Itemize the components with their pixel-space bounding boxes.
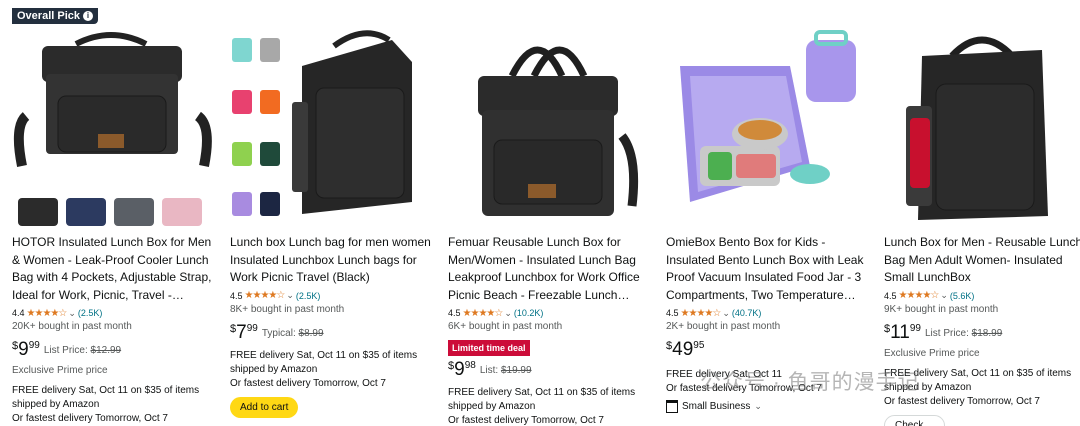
delivery-info: FREE delivery Sat, Oct 11 on $35 of item… <box>884 367 1072 393</box>
rating-value: 4.5 <box>884 290 897 301</box>
badge-label: Overall Pick <box>17 10 80 22</box>
review-count[interactable]: (10.2K) <box>514 308 544 318</box>
bought-count: 9K+ bought in past month <box>884 303 999 315</box>
chevron-down-icon[interactable]: ⌄ <box>68 308 76 319</box>
list-price: List: $19.99 <box>479 365 532 376</box>
product-card-3[interactable]: Femuar Reusable Lunch Box for Men/Women … <box>442 0 654 426</box>
list-price: List Price: $12.99 <box>43 345 122 356</box>
lunch-bag-with-can-image <box>878 6 1080 228</box>
delivery-info: FREE delivery Sat, Oct 11 on $35 of item… <box>12 385 200 410</box>
rating-row[interactable]: 4.5 ★★★★☆ ⌄ (5.6K) <box>884 289 1080 303</box>
delivery-info: FREE delivery Sat, Oct 11 <box>666 369 782 380</box>
price[interactable]: $ 49 95 <box>666 340 704 360</box>
price[interactable]: $ 7 99 <box>230 322 258 343</box>
fastest-delivery: Or fastest delivery Tomorrow, Oct 7 <box>666 383 822 394</box>
price[interactable]: $ 9 98 <box>448 360 476 380</box>
stars-icon: ★★★★☆ <box>244 290 286 301</box>
fastest-delivery: Or fastest delivery Tomorrow, Oct 7 <box>448 415 604 426</box>
bought-count: 8K+ bought in past month <box>230 303 345 315</box>
review-count[interactable]: (5.6K) <box>950 291 975 301</box>
rating-row[interactable]: 4.5 ★★★★☆ ⌄ (2.5K) <box>230 289 434 303</box>
fastest-delivery: Or fastest delivery Tomorrow, Oct 7 <box>12 413 168 424</box>
product-title[interactable]: Lunch box Lunch bag for men women Insula… <box>230 234 434 287</box>
chevron-down-icon[interactable]: ⌄ <box>722 308 730 319</box>
delivery-info: FREE delivery Sat, Oct 11 on $35 of item… <box>230 349 418 375</box>
product-grid: Overall Pick i HOTOR Insulated Lunch Box… <box>0 0 1080 426</box>
chevron-down-icon[interactable]: ⌄ <box>504 308 512 319</box>
product-title[interactable]: HOTOR Insulated Lunch Box for Men & Wome… <box>12 234 216 304</box>
rating-row[interactable]: 4.5 ★★★★☆ ⌄ (40.7K) <box>666 306 870 320</box>
add-to-cart-button[interactable]: Add to cart <box>230 396 299 418</box>
review-count[interactable]: (2.5K) <box>296 291 321 301</box>
femuar-lunch-bag-image <box>442 6 654 228</box>
chevron-down-icon: ⌄ <box>754 401 762 411</box>
rating-value: 4.4 <box>12 308 25 318</box>
rating-row[interactable]: 4.5 ★★★★☆ ⌄ (10.2K) <box>448 306 652 320</box>
rating-value: 4.5 <box>448 308 461 318</box>
bought-count: 2K+ bought in past month <box>666 321 781 332</box>
product-image-5[interactable] <box>878 6 1080 228</box>
stars-icon: ★★★★☆ <box>26 307 68 319</box>
price[interactable]: $ 9 99 <box>12 340 40 360</box>
info-icon[interactable]: i <box>83 11 93 21</box>
omiebox-bento-image <box>660 6 872 228</box>
product-card-1[interactable]: Overall Pick i HOTOR Insulated Lunch Box… <box>6 0 218 426</box>
product-card-4[interactable]: OmieBox Bento Box for Kids - Insulated B… <box>660 0 872 426</box>
store-icon <box>666 400 678 413</box>
prime-price-note: Exclusive Prime price <box>884 347 980 359</box>
product-title[interactable]: Femuar Reusable Lunch Box for Men/Women … <box>448 234 652 304</box>
product-image-1[interactable] <box>6 6 218 228</box>
black-lunch-bag-image <box>224 6 436 228</box>
rating-row[interactable]: 4.4 ★★★★☆ ⌄ (2.5K) <box>12 306 216 320</box>
delivery-info: FREE delivery Sat, Oct 11 on $35 of item… <box>448 387 636 412</box>
product-title[interactable]: OmieBox Bento Box for Kids - Insulated B… <box>666 234 870 304</box>
limited-time-deal-badge: Limited time deal <box>448 340 530 356</box>
fastest-delivery: Or fastest delivery Tomorrow, Oct 7 <box>884 395 1040 407</box>
chevron-down-icon[interactable]: ⌄ <box>286 290 294 301</box>
typical-price: Typical: $8.99 <box>261 327 324 339</box>
price[interactable]: $ 11 99 <box>884 322 921 343</box>
stars-icon: ★★★★☆ <box>898 290 940 301</box>
see-options-button[interactable]: Check ... <box>884 414 946 426</box>
product-title[interactable]: Lunch Box for Men - Reusable Lunch Bag M… <box>884 234 1080 287</box>
stars-icon: ★★★★☆ <box>680 307 722 319</box>
stars-icon: ★★★★☆ <box>462 307 504 319</box>
rating-value: 4.5 <box>666 308 679 318</box>
product-image-2[interactable] <box>224 6 436 228</box>
chevron-down-icon[interactable]: ⌄ <box>940 290 948 301</box>
small-business-badge[interactable]: Small Business ⌄ <box>666 400 870 413</box>
product-card-2[interactable]: Lunch box Lunch bag for men women Insula… <box>224 0 436 426</box>
bought-count: 6K+ bought in past month <box>448 321 563 332</box>
product-card-5[interactable]: Lunch Box for Men - Reusable Lunch Bag M… <box>878 0 1080 426</box>
review-count[interactable]: (2.5K) <box>78 308 103 318</box>
product-image-4[interactable] <box>660 6 872 228</box>
product-image-3[interactable] <box>442 6 654 228</box>
review-count[interactable]: (40.7K) <box>732 308 762 318</box>
fastest-delivery: Or fastest delivery Tomorrow, Oct 7 <box>230 377 386 389</box>
overall-pick-badge: Overall Pick i <box>12 8 98 24</box>
prime-price-note: Exclusive Prime price <box>12 365 108 376</box>
rating-value: 4.5 <box>230 290 243 301</box>
black-cooler-bag-image <box>6 6 218 228</box>
bought-count: 20K+ bought in past month <box>12 321 132 332</box>
list-price: List Price: $18.99 <box>924 327 1003 339</box>
